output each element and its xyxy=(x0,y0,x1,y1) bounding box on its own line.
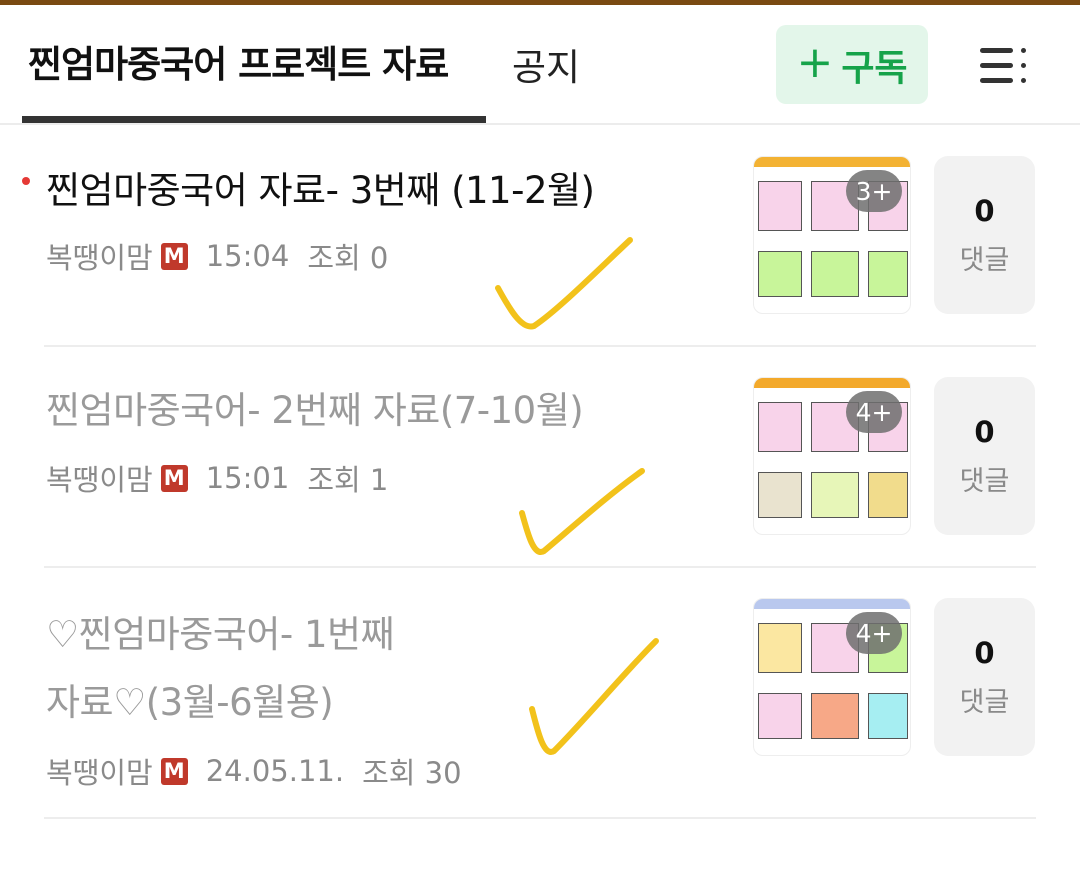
tab-notice-label: 공지 xyxy=(512,46,581,89)
post-time: 24.05.11. xyxy=(205,754,345,788)
unread-dot-icon xyxy=(22,177,30,185)
post-author[interactable]: 복땡이맘 xyxy=(46,750,153,792)
subscribe-label: 구독 xyxy=(841,47,908,89)
checkmark-icon xyxy=(495,237,633,330)
comment-label: 댓글 xyxy=(959,465,1010,497)
comment-count-box[interactable]: 0 댓글 xyxy=(934,598,1035,756)
post-title-line1[interactable]: ♡찐엄마중국어- 1번째 xyxy=(46,603,395,667)
checkmark-icon xyxy=(529,638,659,755)
image-count-badge: 3+ xyxy=(846,170,902,212)
post-author[interactable]: 복땡이맘 xyxy=(46,235,153,277)
member-badge-icon: M xyxy=(160,464,188,492)
member-badge-icon: M xyxy=(160,242,188,270)
member-badge-icon: M xyxy=(160,757,188,785)
post-views: 조회 1 xyxy=(307,463,389,497)
comment-count-box[interactable]: 0 댓글 xyxy=(934,156,1035,314)
post-time: 15:01 xyxy=(205,461,290,495)
image-count-badge: 4+ xyxy=(846,612,902,654)
menu-icon[interactable] xyxy=(980,45,1026,87)
post-thumbnail[interactable]: 3+ xyxy=(753,156,911,314)
post-item[interactable]: 찐엄마중국어- 2번째 자료(7-10월) 복땡이맘 M 15:01 조회 1 … xyxy=(44,347,1036,568)
post-thumbnail[interactable]: 4+ xyxy=(753,377,911,535)
image-count-badge: 4+ xyxy=(846,391,902,433)
post-meta: 복땡이맘 M 15:04 조회 0 xyxy=(46,235,388,277)
post-views: 조회 30 xyxy=(362,756,462,790)
post-item[interactable]: ♡찐엄마중국어- 1번째 자료♡(3월-6월용) 복땡이맘 M 24.05.11… xyxy=(44,568,1036,819)
comment-count: 0 xyxy=(974,193,995,228)
post-author[interactable]: 복땡이맘 xyxy=(46,457,153,499)
post-thumbnail[interactable]: 4+ xyxy=(753,598,911,756)
checkmark-icon xyxy=(519,468,645,555)
comment-count: 0 xyxy=(974,635,995,670)
plus-icon: + xyxy=(796,36,834,88)
post-item[interactable]: 찐엄마중국어 자료- 3번째 (11-2월) 복땡이맘 M 15:04 조회 0… xyxy=(22,125,1036,347)
post-meta: 복땡이맘 M 24.05.11. 조회 30 xyxy=(46,750,462,792)
post-title[interactable]: 찐엄마중국어- 2번째 자료(7-10월) xyxy=(46,379,584,443)
post-views: 조회 0 xyxy=(307,241,389,275)
post-title-line2[interactable]: 자료♡(3월-6월용) xyxy=(46,671,334,735)
comment-label: 댓글 xyxy=(959,686,1010,718)
board-header: 찐엄마중국어 프로젝트 자료 공지 + 구독 xyxy=(0,5,1080,125)
tab-notice[interactable]: 공지 xyxy=(512,5,580,123)
comment-label: 댓글 xyxy=(959,244,1010,276)
tab-project-materials[interactable]: 찐엄마중국어 프로젝트 자료 xyxy=(22,5,486,123)
tab-project-materials-label: 찐엄마중국어 프로젝트 자료 xyxy=(28,42,449,86)
comment-count-box[interactable]: 0 댓글 xyxy=(934,377,1035,535)
subscribe-button[interactable]: + 구독 xyxy=(776,25,928,104)
post-meta: 복땡이맘 M 15:01 조회 1 xyxy=(46,457,388,499)
post-time: 15:04 xyxy=(205,239,290,273)
post-title[interactable]: 찐엄마중국어 자료- 3번째 (11-2월) xyxy=(46,159,595,223)
comment-count: 0 xyxy=(974,414,995,449)
